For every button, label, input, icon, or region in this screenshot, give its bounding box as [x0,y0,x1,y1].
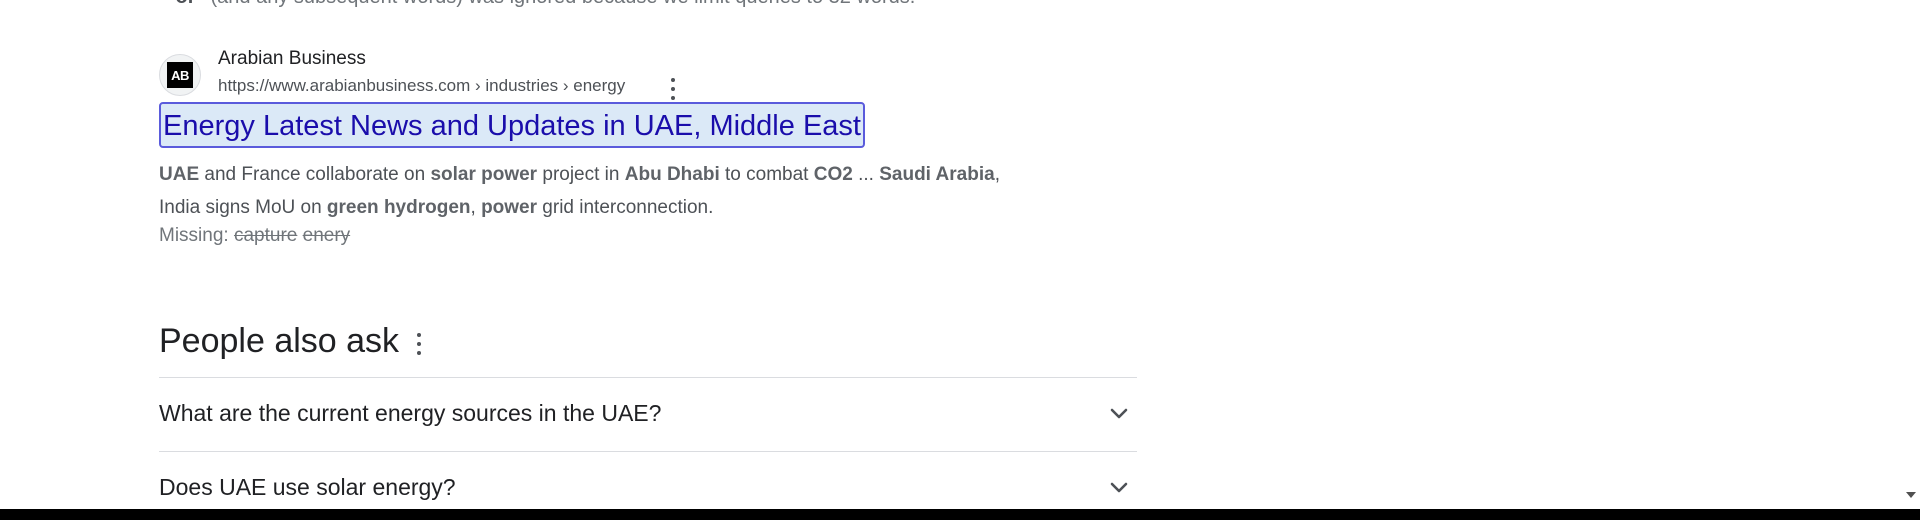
site-favicon: AB [159,54,201,96]
people-also-ask-list: What are the current energy sources in t… [159,377,1137,520]
three-dots-vertical-icon[interactable] [663,78,683,100]
snippet-keyword: CO2 [813,164,853,185]
result-title-link[interactable]: Energy Latest News and Updates in UAE, M… [159,102,865,148]
paa-question-row[interactable]: What are the current energy sources in t… [159,377,1137,451]
scroll-down-arrow-icon[interactable] [1906,492,1916,498]
paa-question-text: Does UAE use solar energy? [159,474,456,500]
snippet-text: grid interconnection. [537,197,714,218]
people-also-ask-heading: People also ask [159,322,400,360]
result-snippet: UAE and France collaborate on solar powe… [159,158,1019,224]
snippet-keyword: Abu Dhabi [624,164,720,185]
chevron-down-icon [1110,482,1128,493]
snippet-text: project in [537,164,625,185]
missing-term: enery [302,225,351,246]
snippet-keyword: UAE [159,164,200,185]
snippet-text: ... [852,164,880,185]
snippet-keyword: power [481,197,538,218]
snippet-text: and France collaborate on [199,164,431,185]
missing-label: Missing: [159,225,234,246]
query-truncation-note: "or" (and any subsequent words) was igno… [166,0,915,9]
chevron-down-icon [1110,408,1128,419]
snippet-keyword: green hydrogen [326,197,471,218]
missing-terms: Missing: capture enery [159,225,350,247]
snippet-keyword: solar power [430,164,538,185]
snippet-keyword: Saudi Arabia [879,164,995,185]
site-url-breadcrumb: https://www.arabianbusiness.com › indust… [218,76,626,95]
missing-term: capture [233,225,298,246]
search-result: AB Arabian Business https://www.arabianb… [159,48,1019,246]
vertical-scrollbar[interactable] [1903,0,1920,509]
snippet-text: to combat [719,164,814,185]
site-name: Arabian Business [218,48,366,69]
paa-question-text: What are the current energy sources in t… [159,400,662,426]
window-bottom-edge [0,509,1920,520]
snippet-text: , [470,197,482,218]
truncation-note-text: (and any subsequent words) was ignored b… [205,0,916,8]
favicon-logo-text: AB [167,62,193,88]
search-results-page: "or" (and any subsequent words) was igno… [0,0,1920,520]
truncation-note-bold: "or" [166,0,205,8]
three-dots-vertical-icon[interactable] [410,333,428,355]
result-site-row[interactable]: AB Arabian Business https://www.arabianb… [159,48,1019,100]
